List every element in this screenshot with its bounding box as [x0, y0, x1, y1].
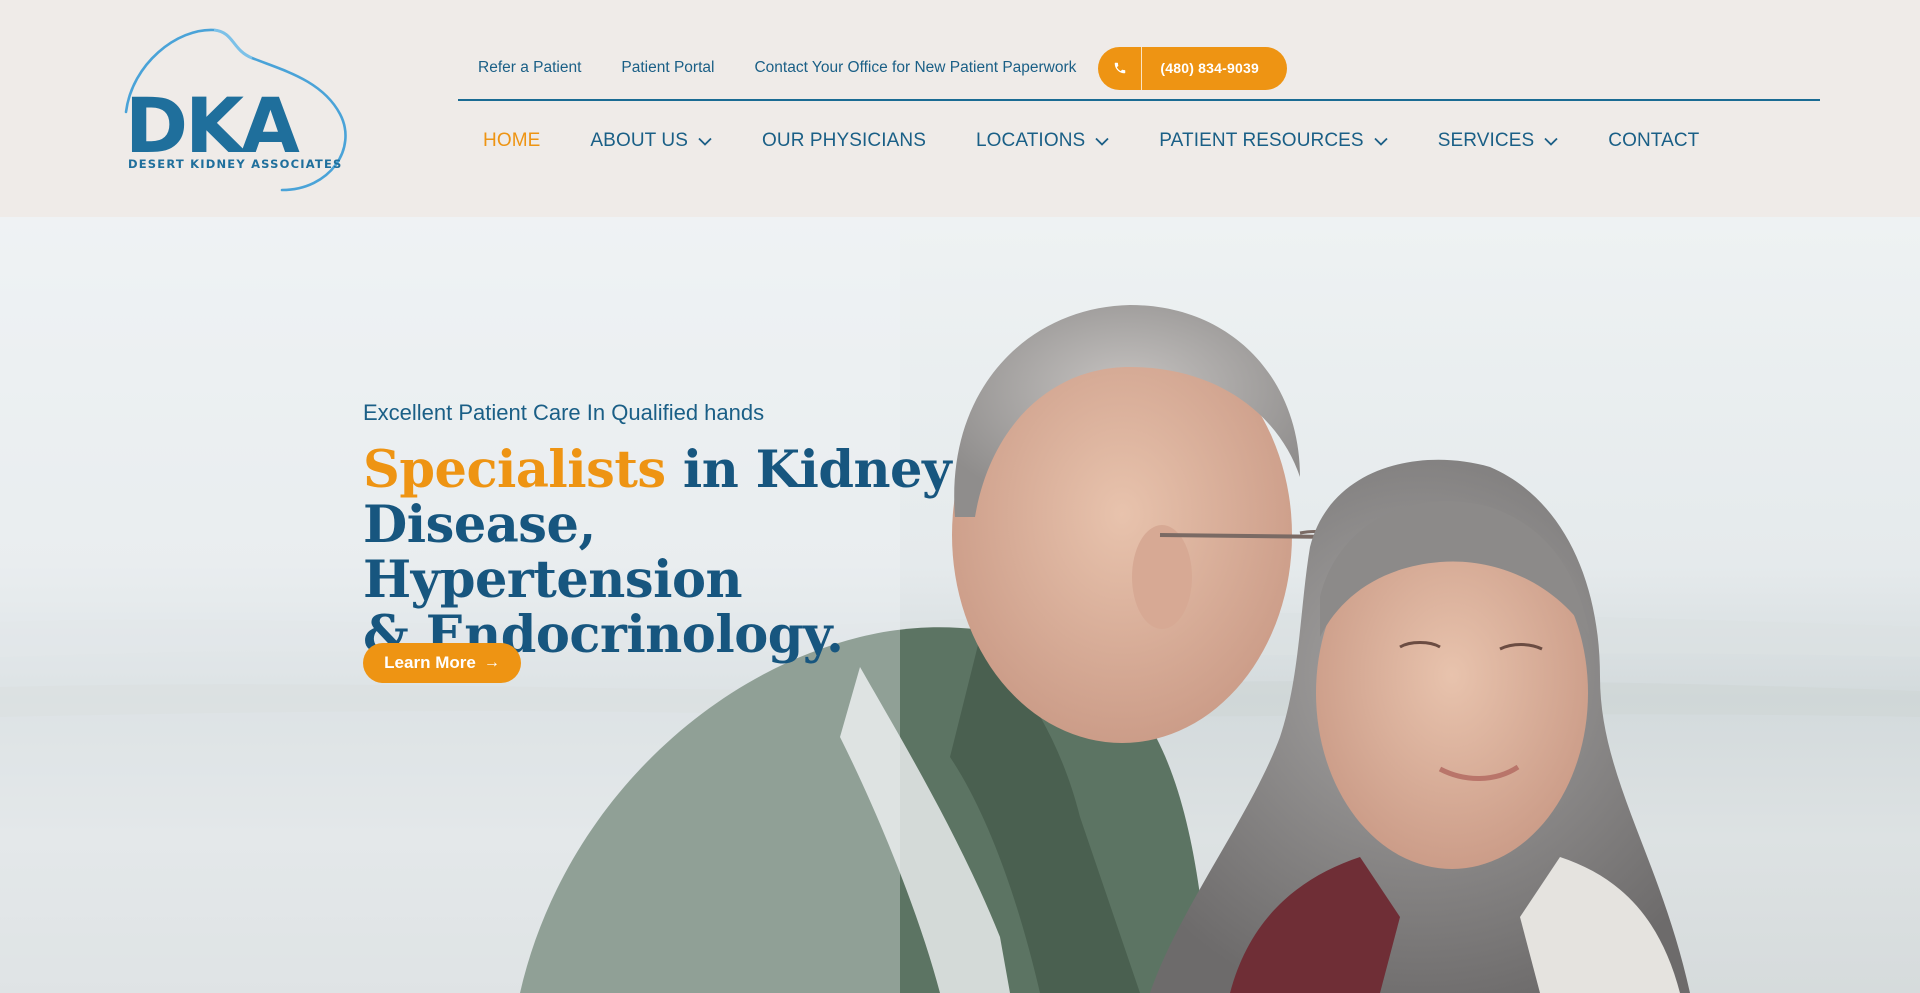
nav-contact-label: CONTACT	[1608, 130, 1700, 151]
learn-more-button[interactable]: Learn More →	[363, 643, 521, 683]
nav-locations-label: LOCATIONS	[976, 130, 1086, 151]
nav-about-us-label: ABOUT US	[590, 130, 688, 151]
chevron-down-icon	[1544, 137, 1558, 146]
nav-patient-resources-label: PATIENT RESOURCES	[1159, 130, 1364, 151]
hero-eyebrow: Excellent Patient Care In Qualified hand…	[363, 400, 765, 425]
main-nav: HOME ABOUT US OUR PHYSICIANS LOCATIONS P…	[458, 124, 1724, 158]
nav-our-physicians[interactable]: OUR PHYSICIANS	[762, 130, 926, 152]
headline-line2: Disease, Hypertension	[363, 495, 743, 610]
chevron-down-icon	[1374, 137, 1388, 146]
phone-icon	[1098, 46, 1143, 90]
phone-number: (480) 834-9039	[1160, 60, 1259, 76]
chevron-down-icon	[698, 137, 712, 146]
header-divider	[458, 99, 1820, 101]
headline-line1: in Kidney	[665, 440, 952, 500]
learn-more-label: Learn More	[384, 653, 476, 672]
logo-tagline: DESERT KIDNEY ASSOCIATES	[128, 157, 343, 171]
chevron-down-icon	[1095, 137, 1109, 146]
nav-home-label: HOME	[483, 130, 541, 151]
patient-portal-link[interactable]: Patient Portal	[621, 59, 714, 77]
headline-highlight: Specialists	[363, 440, 666, 500]
nav-home[interactable]: HOME	[483, 130, 540, 152]
refer-patient-link[interactable]: Refer a Patient	[478, 59, 581, 77]
hero-section: Excellent Patient Care In Qualified hand…	[0, 217, 1920, 993]
hero-headline: Specialists in Kidney Disease, Hypertens…	[363, 443, 963, 663]
nav-contact[interactable]: CONTACT	[1608, 130, 1699, 152]
nav-services-label: SERVICES	[1437, 130, 1535, 151]
nav-about-us[interactable]: ABOUT US	[590, 130, 712, 152]
nav-our-physicians-label: OUR PHYSICIANS	[762, 130, 926, 151]
nav-services[interactable]: SERVICES	[1438, 130, 1559, 152]
arrow-right-icon: →	[483, 654, 500, 671]
site-header: DKA DESERT KIDNEY ASSOCIATES Refer a Pat…	[0, 0, 1920, 217]
new-patient-paperwork-link[interactable]: Contact Your Office for New Patient Pape…	[754, 59, 1076, 77]
site-logo[interactable]: DKA DESERT KIDNEY ASSOCIATES	[122, 24, 354, 194]
phone-button[interactable]: (480) 834-9039	[1098, 46, 1288, 90]
nav-patient-resources[interactable]: PATIENT RESOURCES	[1159, 130, 1388, 152]
nav-locations[interactable]: LOCATIONS	[976, 130, 1109, 152]
utility-nav: Refer a Patient Patient Portal Contact Y…	[458, 46, 1288, 90]
